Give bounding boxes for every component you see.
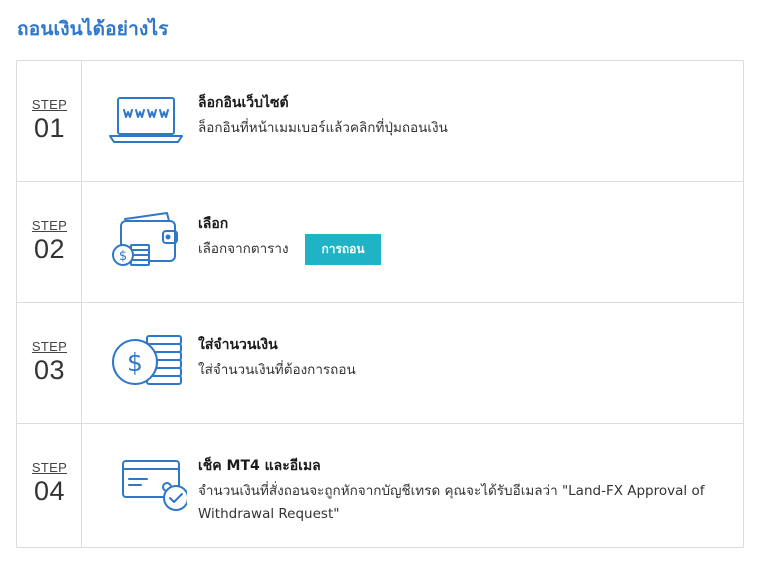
step-description: ใส่จำนวนเงินที่ต้องการถอน <box>198 362 356 378</box>
step-label: STEP <box>31 218 68 233</box>
step-label: STEP <box>31 339 68 354</box>
steps-list: STEP 01 ล็อกอินเว็บไซต์ ล็อกอินที่หน้าเม… <box>16 60 744 548</box>
page-title: ถอนเงินได้อย่างไร <box>17 18 169 40</box>
svg-text:$: $ <box>119 249 127 264</box>
step-item-4: STEP 04 เช็ค MT4 และอีเมล จำนวนเงินที่สั… <box>17 424 743 548</box>
step-item-3: STEP 03 $ ใส่จำนวนเงิน ใส่จำนวนเงินที่ต้… <box>17 303 743 424</box>
card-check-icon <box>105 449 187 513</box>
step-label: STEP <box>31 460 68 475</box>
laptop-www-icon <box>105 86 187 150</box>
step-description: เลือกจากตาราง <box>198 241 289 257</box>
step-number: 04 <box>33 476 66 506</box>
step-title: ใส่จำนวนเงิน <box>198 337 278 353</box>
step-number: 01 <box>33 113 66 143</box>
step-number: 02 <box>33 234 66 264</box>
step-title: เช็ค MT4 และอีเมล <box>198 458 321 474</box>
step-title: เลือก <box>198 216 229 232</box>
svg-text:$: $ <box>127 348 143 377</box>
step-number-column: STEP 01 <box>17 61 82 181</box>
step-title: ล็อกอินเว็บไซต์ <box>198 95 289 111</box>
step-number: 03 <box>33 355 66 385</box>
step-number-column: STEP 04 <box>17 424 82 547</box>
dollar-coin-stack-icon: $ <box>105 328 187 392</box>
step-item-1: STEP 01 ล็อกอินเว็บไซต์ ล็อกอินที่หน้าเม… <box>17 61 743 182</box>
step-description: ล็อกอินที่หน้าเมมเบอร์แล้วคลิกที่ปุ่มถอน… <box>198 120 448 136</box>
step-label: STEP <box>31 97 68 112</box>
step-number-column: STEP 02 <box>17 182 82 302</box>
withdraw-button[interactable]: การถอน <box>305 234 381 265</box>
wallet-coins-icon: $ <box>105 207 187 271</box>
step-item-2: STEP 02 $ เลือก เลือกจากตาราง การถอน <box>17 182 743 303</box>
step-number-column: STEP 03 <box>17 303 82 423</box>
step-description: จำนวนเงินที่สั่งถอนจะถูกหักจากบัญชีเทรด … <box>198 483 705 522</box>
